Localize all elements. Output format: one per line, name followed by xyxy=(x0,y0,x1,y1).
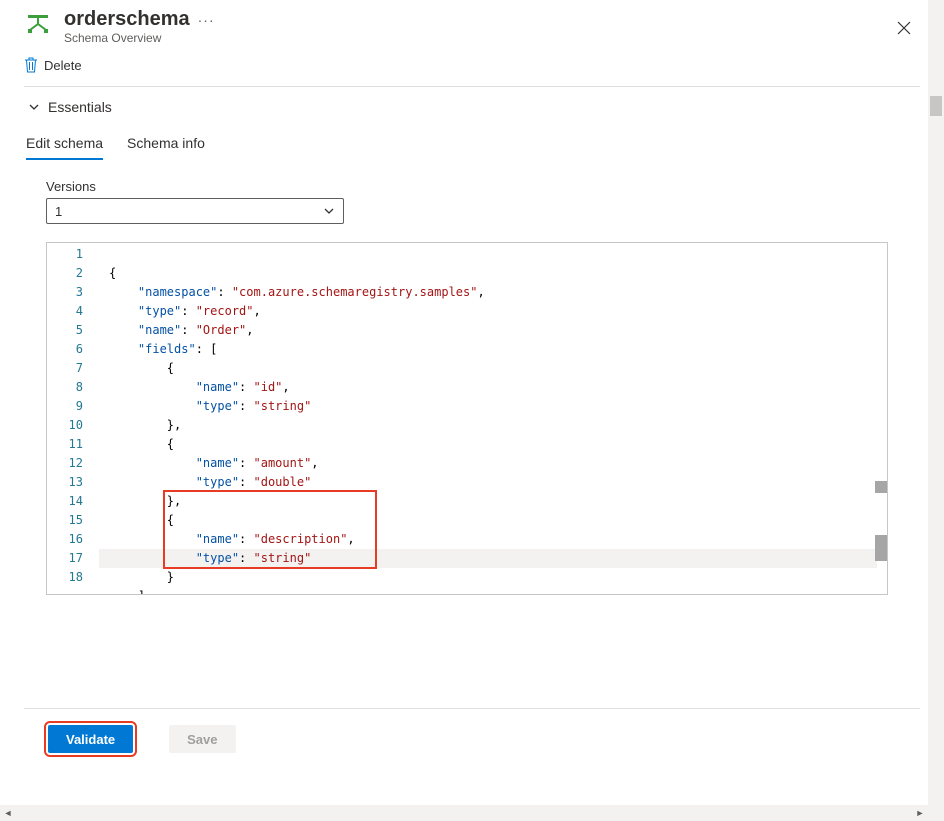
pane-header: orderschema ··· Schema Overview xyxy=(0,0,944,49)
chevron-down-icon xyxy=(28,101,40,113)
tab-schema-info[interactable]: Schema info xyxy=(127,127,205,159)
editor-gutter: 123 456 789 101112 131415 161718 xyxy=(47,243,99,594)
editor-content[interactable]: { "namespace": "com.azure.schemaregistry… xyxy=(109,245,875,595)
tab-edit-schema[interactable]: Edit schema xyxy=(26,127,103,159)
footer-separator xyxy=(24,708,920,709)
validate-button[interactable]: Validate xyxy=(48,725,133,753)
scrollbar-thumb[interactable] xyxy=(930,96,942,116)
save-button: Save xyxy=(169,725,235,753)
code-editor[interactable]: 123 456 789 101112 131415 161718 { "name… xyxy=(46,242,888,595)
vertical-scrollbar[interactable] xyxy=(928,0,944,821)
page-subtitle: Schema Overview xyxy=(64,31,876,45)
horizontal-scrollbar[interactable]: ◄ ► xyxy=(0,805,928,821)
close-icon xyxy=(897,21,911,35)
schema-icon xyxy=(24,10,52,38)
delete-icon xyxy=(24,57,38,73)
delete-label: Delete xyxy=(44,58,82,73)
versions-select[interactable]: 1 xyxy=(46,198,344,224)
tab-bar: Edit schema Schema info xyxy=(24,127,920,159)
minimap-marker xyxy=(875,535,887,561)
essentials-label: Essentials xyxy=(48,99,112,115)
versions-selected: 1 xyxy=(55,204,62,219)
close-button[interactable] xyxy=(888,12,920,44)
page-title: orderschema xyxy=(64,8,190,31)
chevron-down-icon xyxy=(323,205,335,217)
scroll-right-icon[interactable]: ► xyxy=(914,808,926,818)
delete-button[interactable]: Delete xyxy=(24,57,82,73)
versions-label: Versions xyxy=(46,179,918,194)
scroll-left-icon[interactable]: ◄ xyxy=(2,808,14,818)
minimap-marker xyxy=(875,481,887,493)
more-actions-button[interactable]: ··· xyxy=(198,12,215,28)
essentials-toggle[interactable]: Essentials xyxy=(24,87,920,127)
